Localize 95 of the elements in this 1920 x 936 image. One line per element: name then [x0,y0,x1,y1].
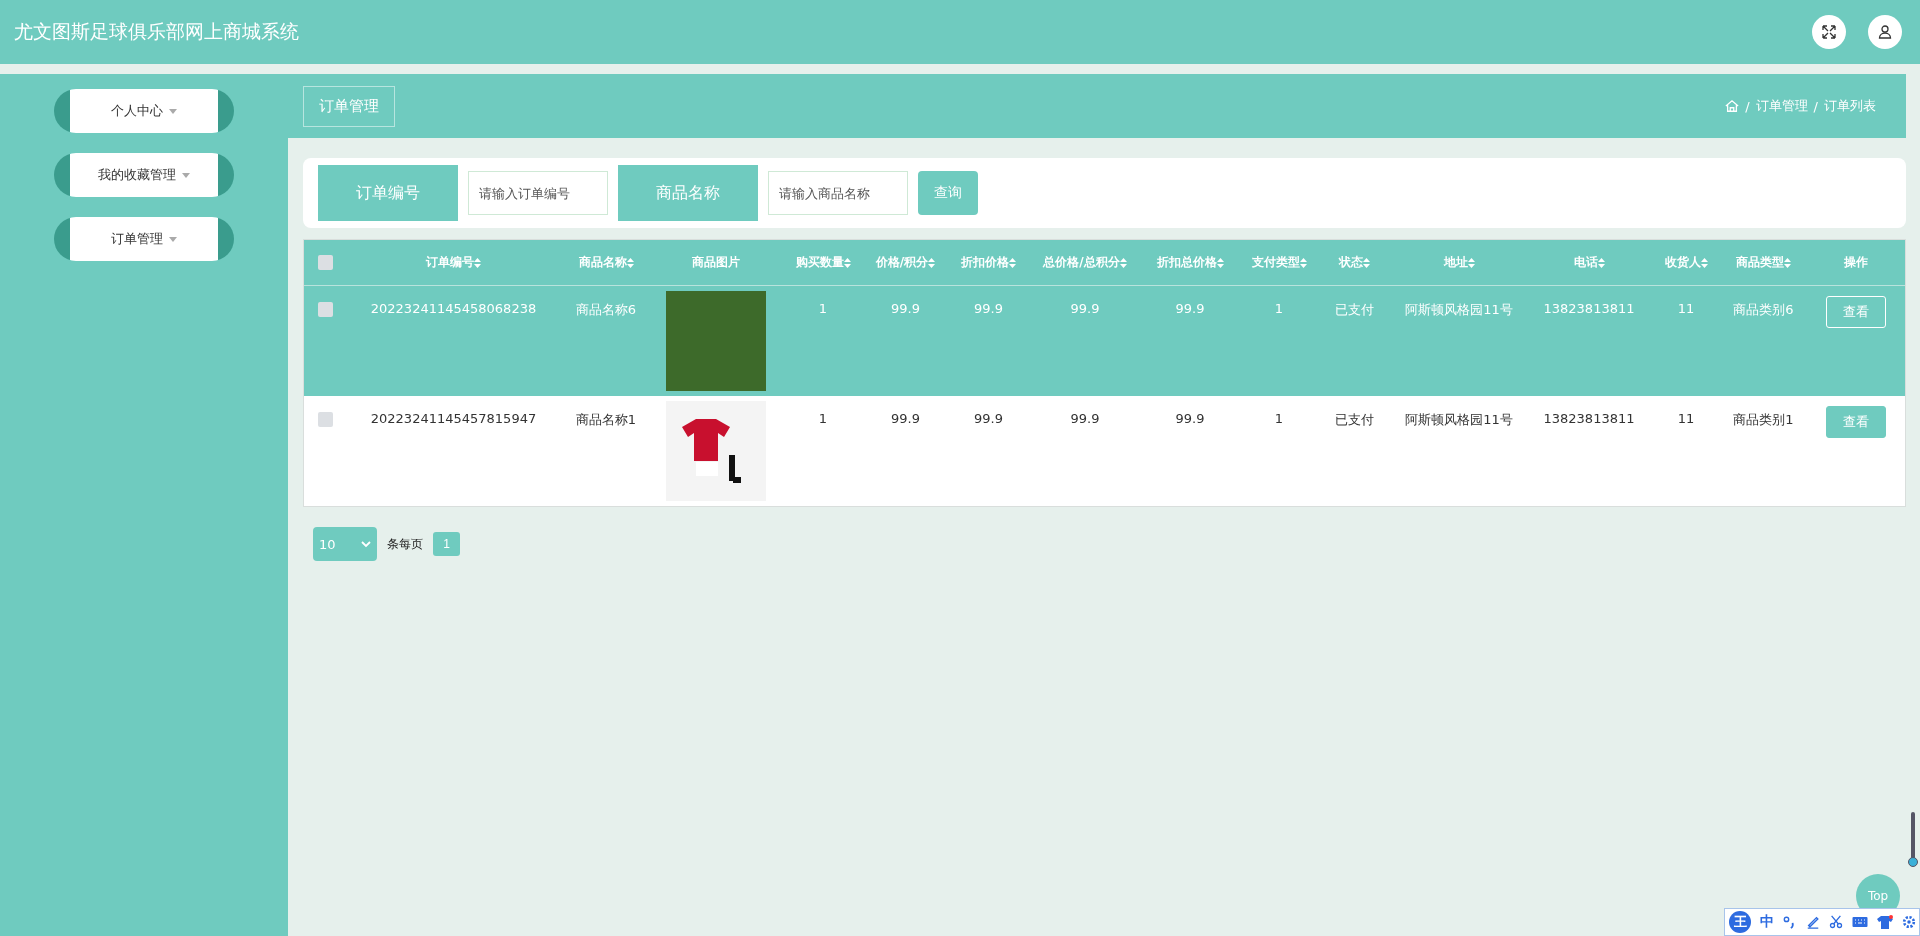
table-cell-text: 1 [817,410,829,426]
column-header[interactable]: 电话 [1527,254,1651,271]
column-header[interactable]: 价格/积分 [865,254,946,271]
table-row[interactable]: 20223241145458068238 商品名称6 1 99.9 99.9 99.9 99.9 1 已支付 阿斯顿风格园11号 13823813811 11 商品类别6 查看 [304,286,1905,396]
table-cell-text: 阿斯顿风格园11号 [1404,411,1514,429]
thermometer-icon [1908,812,1918,868]
table-cell-text: 99.9 [973,300,1004,316]
page-number-button[interactable]: 1 [433,532,460,556]
search-button[interactable]: 查询 [918,171,978,215]
column-header[interactable]: 地址 [1391,254,1527,271]
sort-icon[interactable] [1700,257,1708,268]
table-cell-text: 99.9 [890,410,921,426]
sidebar-menu-button[interactable]: 我的收藏管理 [54,153,234,197]
table-cell-text: 商品类别1 [1732,411,1795,429]
expand-icon [1821,24,1837,40]
sort-icon[interactable] [474,257,481,268]
column-header[interactable]: 商品类型 [1721,254,1806,271]
table-cell-text: 20223241145457815947 [369,410,538,426]
caret-icon [182,172,190,178]
row-checkbox[interactable] [317,302,333,317]
user-button[interactable] [1868,15,1902,49]
app-title: 尤文图斯足球俱乐部网上商城系统 [14,19,299,44]
caret-icon [169,236,177,242]
scissors-icon [1829,915,1843,929]
breadcrumb-link[interactable]: 订单管理 [1755,97,1808,115]
column-header[interactable]: 支付类型 [1241,254,1317,271]
breadcrumb-separator: / [1745,98,1750,114]
view-button[interactable]: 查看 [1825,406,1886,438]
table-cell-text: 已支付 [1333,411,1375,429]
search-label: 商品名称 [618,165,758,221]
column-header[interactable]: 总价格/总积分 [1031,254,1139,271]
sort-icon[interactable] [1216,257,1224,268]
sort-icon[interactable] [1119,257,1127,268]
table-cell-text: 商品名称6 [574,301,638,319]
caret-icon [169,108,177,114]
column-header[interactable]: 折扣总价格 [1139,254,1241,271]
settings-icon [1902,915,1916,929]
sort-icon[interactable] [1597,257,1605,268]
keyboard-icon [1852,915,1868,929]
table-cell-text: 1 [1273,300,1285,316]
table-cell-text: 11 [1676,300,1696,316]
table-cell-text: 已支付 [1333,301,1375,319]
column-header[interactable]: 商品名称 [561,254,651,271]
table-cell-text: 11 [1676,410,1696,426]
column-header[interactable]: 收货人 [1651,254,1721,271]
sort-icon[interactable] [1362,257,1370,268]
shirt-icon [1877,915,1893,929]
sort-icon[interactable] [928,257,936,268]
punctuation-icon [1783,915,1797,929]
sort-icon[interactable] [1009,257,1016,268]
table-cell-text: 13823813811 [1542,410,1636,426]
table-cell-text: 13823813811 [1542,300,1636,316]
column-header[interactable]: 订单编号 [346,254,561,271]
search-label: 订单编号 [318,165,458,221]
table-cell-text: 99.9 [890,300,921,316]
row-checkbox[interactable] [317,412,333,427]
breadcrumb-link[interactable]: 订单列表 [1824,97,1876,115]
table-cell-text: 99.9 [1069,300,1101,316]
table-cell-text: 99.9 [1174,410,1206,426]
pencil-icon [1806,915,1820,929]
table-cell-text: 99.9 [973,410,1004,426]
table-cell-text: 1 [817,300,829,316]
user-icon [1877,24,1893,40]
select-all-checkbox[interactable] [317,255,333,270]
table-cell-text: 商品名称1 [574,411,638,429]
ime-mode-toggle[interactable]: 中 [1760,913,1774,931]
column-header: 操作 [1842,254,1869,271]
sort-icon[interactable] [1299,257,1307,268]
sort-icon[interactable] [1784,257,1791,268]
sidebar-menu-button[interactable]: 个人中心 [54,89,234,133]
column-header[interactable]: 折扣价格 [946,254,1031,271]
table-cell-text: 阿斯顿风格园11号 [1404,301,1514,319]
page-size-label: 条每页 [387,535,423,553]
sort-icon[interactable] [626,257,634,268]
chevron-down-icon [361,539,371,549]
table-cell-text: 20223241145458068238 [369,300,538,316]
page-title: 订单管理 [303,85,395,127]
search-input[interactable]: 请输入商品名称 [768,171,908,215]
table-cell-text: 商品类别6 [1732,301,1795,319]
search-input[interactable]: 请输入订单编号 [468,171,608,215]
sidebar-menu-button[interactable]: 订单管理 [54,217,234,261]
view-button[interactable]: 查看 [1825,296,1886,328]
column-header[interactable]: 状态 [1317,254,1391,271]
column-header[interactable]: 购买数量 [781,254,865,271]
sort-icon[interactable] [1467,257,1475,268]
table-cell-text: 1 [1273,410,1285,426]
fullscreen-button[interactable] [1812,15,1846,49]
home-icon [1725,99,1740,113]
sort-icon[interactable] [843,257,851,268]
table-cell-text: 99.9 [1174,300,1206,316]
column-header: 商品图片 [691,254,741,271]
breadcrumb-separator: / [1813,98,1818,114]
table-cell-text: 99.9 [1069,410,1101,426]
page-size-select[interactable]: 10 [313,527,377,561]
ime-logo[interactable]: 王 [1729,911,1751,933]
